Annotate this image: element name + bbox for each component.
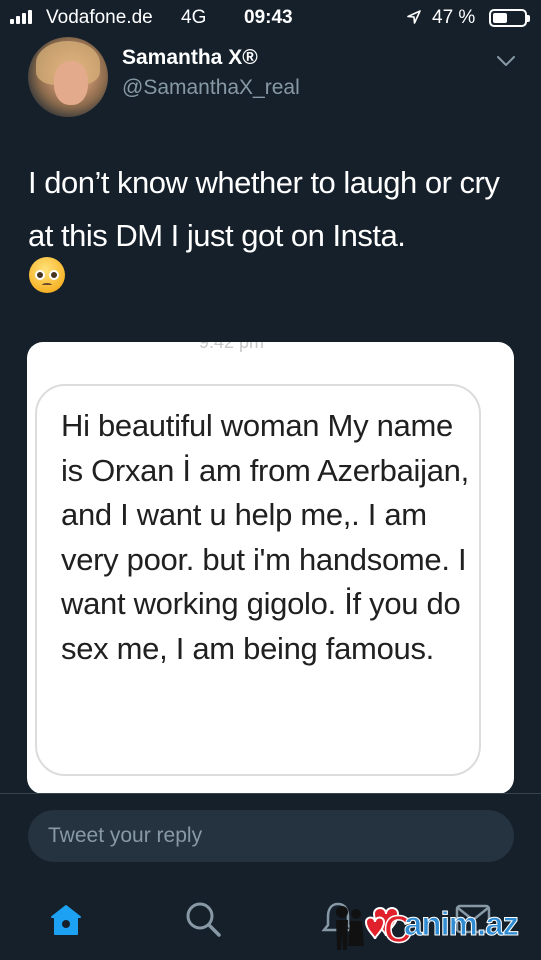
location-arrow-icon — [407, 10, 421, 24]
divider — [0, 793, 541, 794]
dm-message-bubble: Hi beautiful woman My name is Orxan İ am… — [35, 384, 481, 776]
signal-strength-icon — [10, 10, 32, 24]
watermark-text: anim.az — [403, 905, 519, 943]
network-type-label: 4G — [181, 7, 207, 28]
carrier-label: Vodafone.de — [46, 7, 153, 28]
dm-message-text: Hi beautiful woman My name is Orxan İ am… — [61, 408, 469, 666]
tweet-text: I don’t know whether to laugh or cry at … — [28, 165, 500, 253]
author-avatar[interactable] — [28, 37, 108, 117]
reply-placeholder: Tweet your reply — [48, 824, 203, 847]
pleading-face-emoji-icon — [29, 257, 65, 293]
author-name[interactable]: Samantha X® — [122, 46, 258, 70]
image-cut-off-timestamp: 9:42 pm — [199, 342, 265, 352]
clock: 09:43 — [244, 7, 293, 28]
author-handle[interactable]: @SamanthaX_real — [122, 76, 300, 100]
chevron-down-icon[interactable] — [496, 54, 516, 68]
battery-percentage: 47 % — [432, 7, 476, 28]
home-icon[interactable] — [49, 903, 83, 937]
tweet-image[interactable]: 9:42 pm Hi beautiful woman My name is Or… — [27, 342, 514, 794]
search-icon[interactable] — [184, 900, 222, 938]
reply-input[interactable]: Tweet your reply — [28, 810, 514, 862]
status-bar: Vodafone.de 4G 09:43 47 % — [0, 0, 541, 36]
battery-icon — [489, 9, 530, 27]
battery-level-fill — [493, 13, 507, 23]
